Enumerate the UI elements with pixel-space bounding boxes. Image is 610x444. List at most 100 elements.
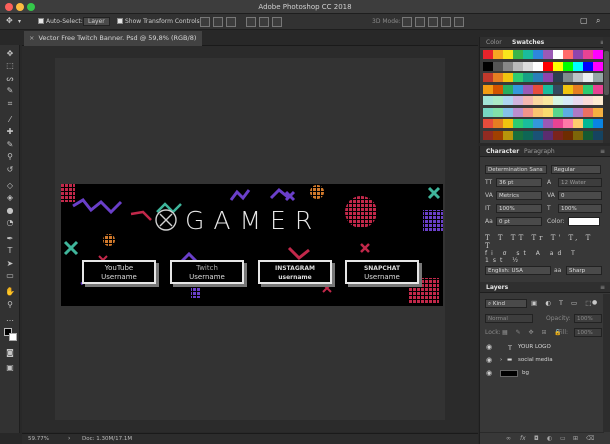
adjustment-icon[interactable]: ◐ — [547, 435, 552, 442]
color-swatch[interactable] — [533, 119, 543, 128]
workspace-icon[interactable]: ▢ — [580, 16, 588, 25]
color-swatch[interactable] — [483, 73, 493, 82]
color-swatch[interactable] — [513, 73, 523, 82]
document-tab[interactable]: × Vector Free Twitch Banner. Psd @ 59,8% … — [24, 31, 203, 46]
color-swatch[interactable] — [503, 50, 513, 59]
color-swatch[interactable] — [583, 119, 593, 128]
color-swatch[interactable] — [523, 61, 533, 71]
color-swatch[interactable] — [553, 96, 563, 105]
color-swatch[interactable] — [523, 107, 533, 117]
eraser-icon[interactable]: ◇ — [5, 181, 15, 191]
color-swatch[interactable] — [483, 84, 493, 94]
color-swatch[interactable] — [573, 84, 583, 94]
color-swatch[interactable] — [513, 130, 523, 140]
color-swatch[interactable] — [513, 96, 523, 105]
color-swatch[interactable] — [533, 130, 543, 140]
color-swatch[interactable] — [483, 50, 493, 59]
color-swatch[interactable] — [573, 130, 583, 140]
auto-select-dropdown[interactable]: Layer — [83, 17, 110, 26]
leading-field[interactable]: 12 Water — [558, 178, 602, 187]
hand-icon[interactable]: ✋ — [5, 287, 15, 297]
color-swatch[interactable] — [523, 96, 533, 105]
color-swatch[interactable] — [493, 84, 503, 94]
color-swatch[interactable] — [553, 50, 563, 59]
align-top-icon[interactable] — [200, 17, 210, 27]
color-swatch[interactable] — [543, 50, 553, 59]
type-icon[interactable]: T — [5, 246, 15, 256]
tab-paragraph[interactable]: Paragraph — [524, 148, 555, 155]
screen-mode-icon[interactable]: ▣ — [5, 363, 15, 373]
color-swatch[interactable] — [503, 119, 513, 128]
color-swatch[interactable] — [543, 96, 553, 105]
text-color-swatch[interactable] — [568, 217, 600, 226]
color-swatch[interactable] — [543, 119, 553, 128]
font-style-select[interactable]: Regular — [551, 165, 601, 174]
horizontal-scale-field[interactable]: 100% — [558, 204, 602, 213]
color-swatch[interactable] — [493, 107, 503, 117]
color-swatch[interactable] — [563, 73, 573, 82]
color-swatch[interactable] — [593, 107, 603, 117]
color-swatch[interactable] — [533, 73, 543, 82]
color-swatch[interactable] — [543, 84, 553, 94]
filter-toggle-icon[interactable]: ● — [592, 299, 597, 306]
3d-scale-icon[interactable] — [454, 17, 464, 27]
color-swatch[interactable] — [583, 73, 593, 82]
color-swatch[interactable] — [483, 96, 493, 105]
3d-slide-icon[interactable] — [441, 17, 451, 27]
color-swatch[interactable] — [493, 96, 503, 105]
tab-swatches[interactable]: Swatches — [512, 39, 544, 46]
rectangle-icon[interactable]: ▭ — [5, 271, 15, 281]
color-swatch[interactable] — [563, 96, 573, 105]
color-swatch[interactable] — [533, 96, 543, 105]
visibility-eye-icon[interactable]: ◉ — [486, 343, 492, 351]
move-tool-icon[interactable]: ✥ — [6, 16, 13, 25]
color-swatch[interactable] — [583, 96, 593, 105]
color-swatch[interactable] — [583, 50, 593, 59]
align-right-icon[interactable] — [272, 17, 282, 27]
color-swatch[interactable] — [483, 130, 493, 140]
layer-filter-select[interactable]: ⌕ Kind — [485, 299, 527, 308]
color-swatch[interactable] — [573, 107, 583, 117]
marquee-icon[interactable]: ⬚ — [5, 61, 15, 71]
dodge-icon[interactable]: ◔ — [5, 218, 15, 228]
color-swatch[interactable] — [553, 84, 563, 94]
paint-bucket-icon[interactable]: ◈ — [5, 193, 15, 203]
quick-select-icon[interactable]: ✎ — [5, 86, 15, 96]
color-swatch[interactable] — [483, 61, 493, 71]
lasso-icon[interactable]: ᔕ — [5, 74, 15, 84]
layers-scrollbar[interactable] — [603, 294, 610, 432]
color-swatch[interactable] — [523, 84, 533, 94]
color-swatch[interactable] — [563, 130, 573, 140]
healing-brush-icon[interactable]: ✚ — [5, 127, 15, 137]
expand-chevron-icon[interactable]: › — [500, 357, 502, 363]
color-swatch[interactable] — [573, 119, 583, 128]
3d-orbit-icon[interactable] — [402, 17, 412, 27]
color-swatch[interactable] — [553, 130, 563, 140]
color-swatch[interactable] — [483, 119, 493, 128]
brush-icon[interactable]: ✎ — [5, 140, 15, 150]
color-swatch[interactable] — [503, 107, 513, 117]
color-swatch[interactable] — [493, 73, 503, 82]
quick-mask-icon[interactable]: ◙ — [5, 348, 15, 358]
3d-pan-icon[interactable] — [428, 17, 438, 27]
tab-character[interactable]: Character — [486, 148, 519, 155]
color-swatch[interactable] — [593, 119, 603, 128]
color-swatch[interactable] — [543, 61, 553, 71]
panel-menu-icon[interactable]: ≡ — [600, 148, 605, 155]
color-swatch[interactable] — [513, 50, 523, 59]
more-tools-icon[interactable]: … — [5, 314, 15, 324]
color-swatch[interactable] — [543, 130, 553, 140]
color-swatch[interactable] — [563, 50, 573, 59]
layer-filter-icons[interactable]: ▣ ◐ T ▭ ⬚ — [531, 299, 594, 307]
opacity-field[interactable]: 100% — [574, 314, 602, 323]
align-bottom-icon[interactable] — [226, 17, 236, 27]
color-swatch[interactable] — [513, 84, 523, 94]
color-swatch[interactable] — [493, 50, 503, 59]
blur-icon[interactable]: ● — [5, 206, 15, 216]
color-swatch[interactable] — [583, 61, 593, 71]
align-left-icon[interactable] — [246, 17, 256, 27]
layer-row[interactable]: ◉ T YOUR LOGO — [480, 341, 604, 354]
show-transform-controls-checkbox[interactable]: Show Transform Controls — [117, 18, 200, 25]
opentype-buttons[interactable]: fi σ st A ad T 1st ½ — [485, 250, 603, 264]
layer-row[interactable]: ◉ bg — [480, 367, 604, 380]
